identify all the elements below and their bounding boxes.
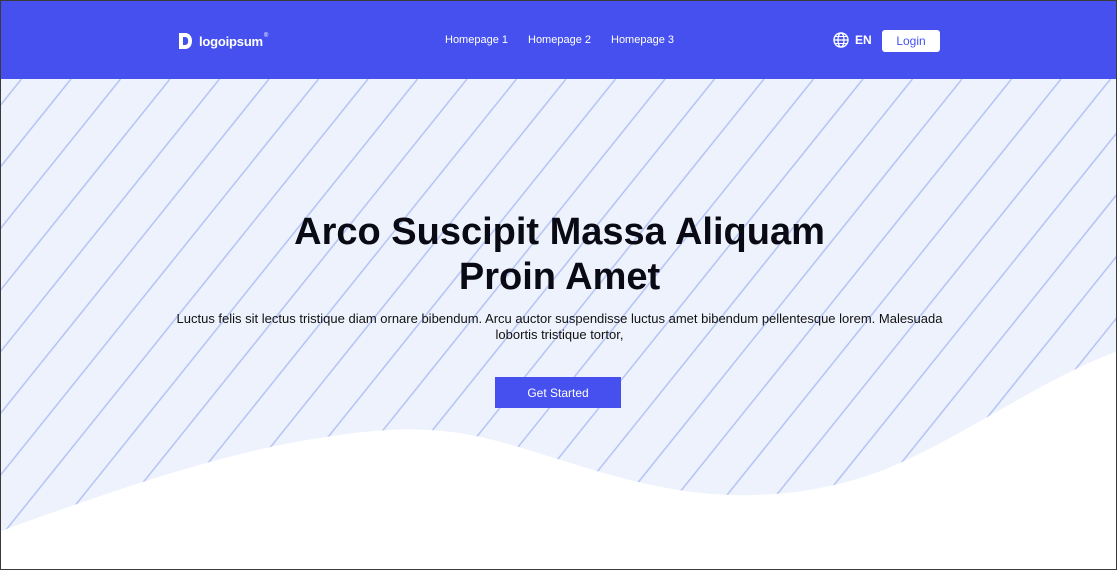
hero-title: Arco Suscipit Massa Aliquam Proin Amet bbox=[1, 210, 1116, 300]
language-selector[interactable]: EN bbox=[833, 32, 872, 48]
top-navbar: logoipsum ® Homepage 1 Homepage 2 Homepa… bbox=[1, 1, 1116, 79]
logo-mark-icon bbox=[179, 33, 192, 49]
nav-link-homepage-3[interactable]: Homepage 3 bbox=[611, 34, 674, 46]
logo[interactable]: logoipsum ® bbox=[177, 32, 273, 50]
hero-section: Arco Suscipit Massa Aliquam Proin Amet L… bbox=[1, 79, 1116, 569]
hero-title-line-1: Arco Suscipit Massa Aliquam bbox=[294, 211, 825, 253]
login-button[interactable]: Login bbox=[882, 30, 940, 52]
hero-description: Luctus felis sit lectus tristique diam o… bbox=[121, 311, 998, 343]
globe-icon bbox=[833, 32, 849, 48]
get-started-button[interactable]: Get Started bbox=[495, 377, 621, 408]
nav-link-homepage-2[interactable]: Homepage 2 bbox=[528, 34, 591, 46]
hero-description-line-2: lobortis tristique tortor, bbox=[495, 327, 624, 342]
language-label: EN bbox=[855, 33, 872, 47]
main-nav: Homepage 1 Homepage 2 Homepage 3 bbox=[445, 34, 674, 46]
hero-title-line-2: Proin Amet bbox=[458, 256, 661, 298]
hero-bg-shape bbox=[1, 79, 1116, 531]
logo-registered-mark: ® bbox=[263, 33, 269, 39]
page-frame: logoipsum ® Homepage 1 Homepage 2 Homepa… bbox=[0, 0, 1117, 570]
logo-text: logoipsum bbox=[199, 33, 263, 49]
nav-link-homepage-1[interactable]: Homepage 1 bbox=[445, 34, 508, 46]
hero-description-line-1: Luctus felis sit lectus tristique diam o… bbox=[176, 311, 943, 326]
